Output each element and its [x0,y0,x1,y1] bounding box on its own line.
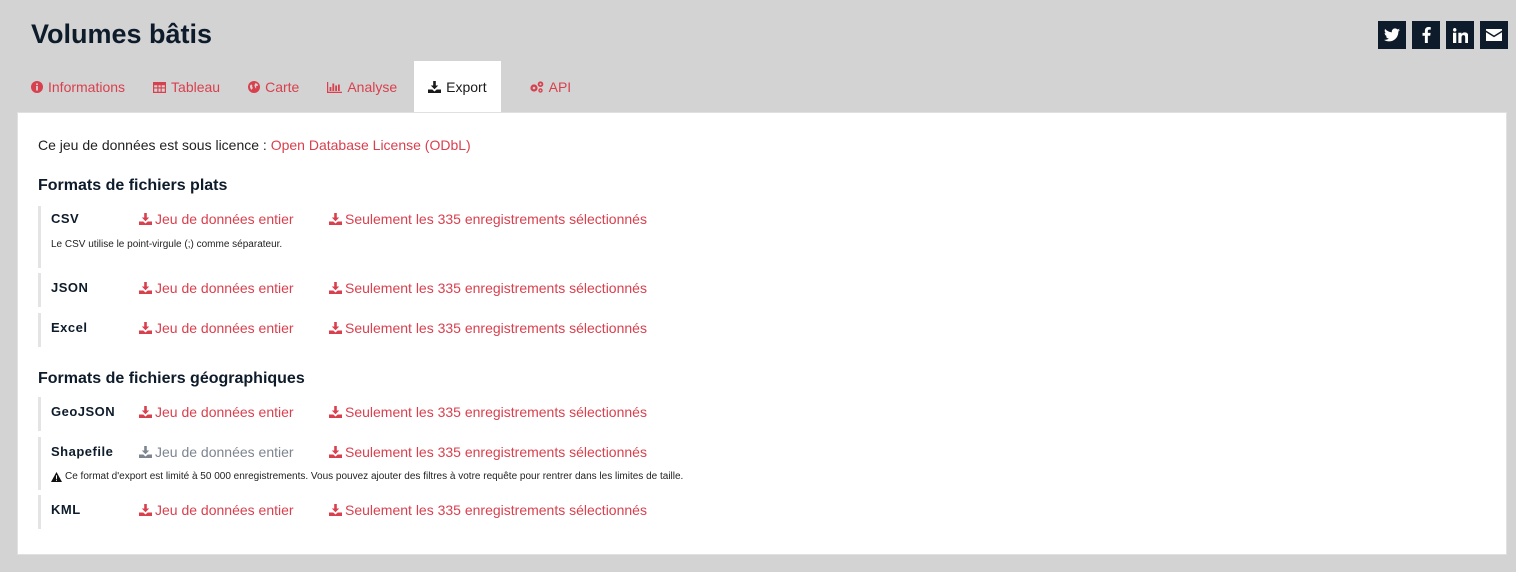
bar-chart-icon [327,81,343,93]
info-circle-icon [31,81,43,93]
licence-text: Ce jeu de données est sous licence : [38,137,267,153]
tab-carte[interactable]: Carte [234,61,313,113]
tab-label: API [548,79,572,95]
download-selected-label: Seulement les 335 enregistrements sélect… [345,320,647,336]
download-full-link[interactable]: Jeu de données entier [139,404,294,420]
tab-tableau[interactable]: Tableau [139,61,234,113]
facebook-icon [1422,27,1431,43]
download-full-link[interactable]: Jeu de données entier [139,280,294,296]
email-share-button[interactable] [1480,21,1508,49]
page-title: Volumes bâtis [31,19,213,49]
format-note: Ce format d'export est limité à 50 000 e… [51,471,683,482]
download-full-link[interactable]: Jeu de données entier [139,211,294,227]
format-row-json: JSON Jeu de données entier Seulement les… [38,273,938,307]
format-name: GeoJSON [51,404,116,419]
download-selected-link[interactable]: Seulement les 335 enregistrements sélect… [329,444,647,460]
download-full-label: Jeu de données entier [155,502,294,518]
cogs-icon [530,81,543,93]
envelope-icon [1486,29,1502,41]
linkedin-share-button[interactable] [1446,21,1474,49]
export-panel: Ce jeu de données est sous licence : Ope… [17,112,1507,555]
tab-bar: Informations Tableau Carte Analyse Expor… [17,61,585,113]
download-icon [329,504,342,516]
tab-analyse[interactable]: Analyse [313,61,411,113]
format-name: CSV [51,211,80,226]
section-heading-flat: Formats de fichiers plats [38,177,228,194]
download-selected-label: Seulement les 335 enregistrements sélect… [345,404,647,420]
tab-label: Export [446,79,487,95]
format-name: JSON [51,280,89,295]
licence-line: Ce jeu de données est sous licence : Ope… [38,137,471,153]
download-icon [139,282,152,294]
format-name: Shapefile [51,444,114,459]
download-icon [139,406,152,418]
download-selected-label: Seulement les 335 enregistrements sélect… [345,444,647,460]
format-name: Excel [51,320,88,335]
download-full-label: Jeu de données entier [155,320,294,336]
licence-link[interactable]: Open Database License (ODbL) [271,137,471,153]
download-selected-label: Seulement les 335 enregistrements sélect… [345,211,647,227]
tab-label: Carte [265,79,300,95]
tab-label: Tableau [171,79,221,95]
tab-export[interactable]: Export [414,61,501,113]
download-icon [329,282,342,294]
section-heading-geo: Formats de fichiers géographiques [38,370,305,387]
download-full-label: Jeu de données entier [155,444,294,460]
format-row-shapefile: Shapefile Jeu de données entier Seulemen… [38,437,938,490]
globe-icon [248,81,261,93]
download-selected-label: Seulement les 335 enregistrements sélect… [345,280,647,296]
download-icon [329,322,342,334]
twitter-share-button[interactable] [1378,21,1406,49]
download-icon [329,406,342,418]
download-selected-link[interactable]: Seulement les 335 enregistrements sélect… [329,502,647,518]
tab-api[interactable]: API [515,61,586,113]
download-full-label: Jeu de données entier [155,211,294,227]
download-icon [139,213,152,225]
tab-label: Analyse [347,79,398,95]
download-selected-label: Seulement les 335 enregistrements sélect… [345,502,647,518]
facebook-share-button[interactable] [1412,21,1440,49]
social-share-bar [1378,21,1508,49]
note-text: Le CSV utilise le point-virgule (;) comm… [51,239,283,250]
download-icon [139,446,152,458]
download-icon [139,504,152,516]
format-row-kml: KML Jeu de données entier Seulement les … [38,495,938,529]
download-selected-link[interactable]: Seulement les 335 enregistrements sélect… [329,211,647,227]
download-full-link[interactable]: Jeu de données entier [139,502,294,518]
download-full-label: Jeu de données entier [155,280,294,296]
download-icon [329,213,342,225]
table-icon [153,81,167,93]
tab-label: Informations [48,79,126,95]
twitter-icon [1384,28,1400,42]
download-selected-link[interactable]: Seulement les 335 enregistrements sélect… [329,280,647,296]
linkedin-icon [1452,27,1468,43]
download-full-link[interactable]: Jeu de données entier [139,320,294,336]
download-icon [329,446,342,458]
note-text: Ce format d'export est limité à 50 000 e… [65,471,684,482]
warning-icon [51,471,62,482]
format-row-geojson: GeoJSON Jeu de données entier Seulement … [38,397,938,431]
format-row-excel: Excel Jeu de données entier Seulement le… [38,313,938,347]
format-note: Le CSV utilise le point-virgule (;) comm… [51,239,282,250]
tab-informations[interactable]: Informations [17,61,139,113]
download-selected-link[interactable]: Seulement les 335 enregistrements sélect… [329,404,647,420]
download-full-link-disabled: Jeu de données entier [139,444,294,460]
download-full-label: Jeu de données entier [155,404,294,420]
download-selected-link[interactable]: Seulement les 335 enregistrements sélect… [329,320,647,336]
format-row-csv: CSV Jeu de données entier Seulement les … [38,206,938,268]
download-icon [428,81,442,93]
format-name: KML [51,502,81,517]
download-icon [139,322,152,334]
